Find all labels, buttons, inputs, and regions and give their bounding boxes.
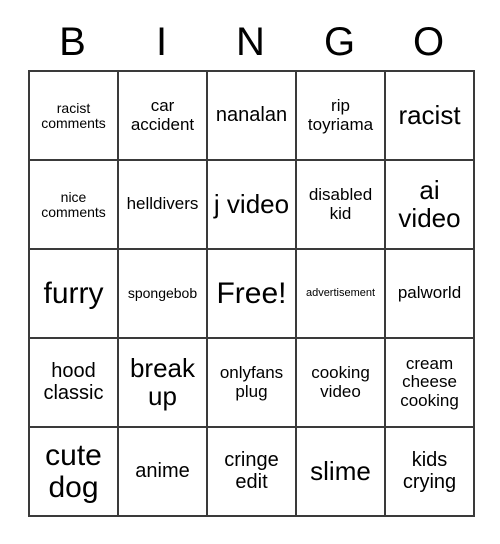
bingo-header: B I N G O [28,14,473,70]
bingo-cell[interactable]: furry [30,250,119,339]
bingo-cell-label: palworld [397,283,462,303]
bingo-cell[interactable]: onlyfans plug [208,339,297,428]
bingo-cell[interactable]: nice comments [30,161,119,250]
bingo-cell-label: nanalan [215,103,288,126]
header-letter-b: B [59,20,86,64]
bingo-cell-label: kids crying [402,449,457,493]
bingo-cell[interactable]: palworld [386,250,475,339]
bingo-cell-label: cringe edit [224,449,279,493]
bingo-cell-label: slime [310,455,371,486]
bingo-cell-label: onlyfans plug [219,363,284,401]
bingo-cell[interactable]: j video [208,161,297,250]
bingo-cell-label: racist comments [41,99,106,131]
bingo-cell-label: break up [129,352,196,411]
bingo-cell[interactable]: helldivers [119,161,208,250]
bingo-cell-label: hood classic [43,360,104,404]
bingo-cell[interactable]: racist [386,72,475,161]
bingo-cell-label: ai video [398,174,461,233]
header-letter-i: I [155,20,168,64]
bingo-cell-label: advertisement [305,286,376,299]
bingo-card: B I N G O racist comments car accident nan… [28,14,475,517]
bingo-cell[interactable]: cooking video [297,339,386,428]
bingo-cell[interactable]: disabled kid [297,161,386,250]
bingo-cell-label: racist [398,99,461,130]
bingo-cell[interactable]: cringe edit [208,428,297,517]
bingo-cell[interactable]: hood classic [30,339,119,428]
bingo-cell-label: furry [43,276,104,310]
bingo-cell[interactable]: nanalan [208,72,297,161]
bingo-cell[interactable]: cream cheese cooking [386,339,475,428]
bingo-cell-label: nice comments [41,188,106,220]
bingo-cell[interactable]: slime [297,428,386,517]
bingo-cell-label: rip toyriama [307,96,374,134]
bingo-cell[interactable]: rip toyriama [297,72,386,161]
bingo-cell[interactable]: break up [119,339,208,428]
bingo-cell[interactable]: ai video [386,161,475,250]
bingo-grid: racist comments car accident nanalan rip to… [28,70,475,517]
bingo-cell[interactable]: Free! [208,250,297,339]
bingo-cell[interactable]: cute dog [30,428,119,517]
bingo-cell-label: cute dog [45,438,102,504]
bingo-cell-label: cream cheese cooking [400,354,459,410]
bingo-cell[interactable]: kids crying [386,428,475,517]
bingo-cell[interactable]: spongebob [119,250,208,339]
header-letter-g: G [323,20,356,64]
bingo-cell-label: disabled kid [308,185,373,223]
bingo-cell[interactable]: racist comments [30,72,119,161]
bingo-cell[interactable]: anime [119,428,208,517]
bingo-cell-label: anime [135,459,190,482]
bingo-cell[interactable]: advertisement [297,250,386,339]
header-letter-o: O [412,20,445,64]
bingo-cell-label: helldivers [126,194,199,214]
bingo-cell-label: cooking video [311,363,370,401]
header-letter-n: N [236,20,265,64]
bingo-cell-label: spongebob [127,285,198,302]
bingo-cell-label: Free! [216,276,287,310]
bingo-cell[interactable]: car accident [119,72,208,161]
bingo-cell-label: car accident [130,96,195,134]
bingo-cell-label: j video [213,188,290,219]
